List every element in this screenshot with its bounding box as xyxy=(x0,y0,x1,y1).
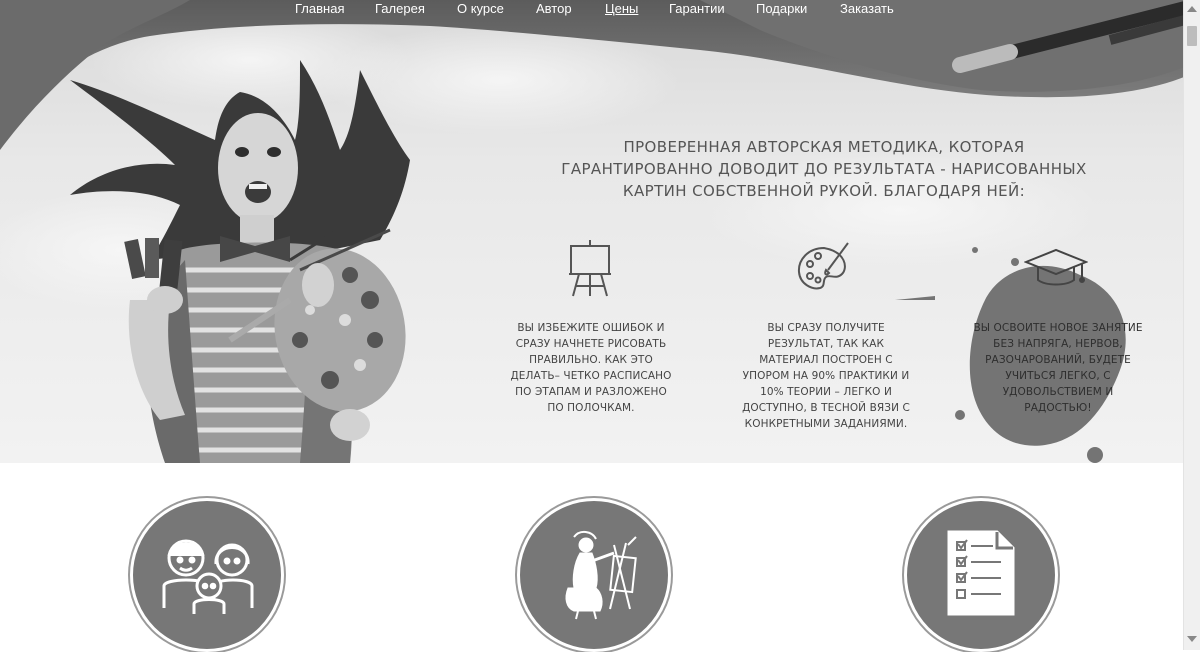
feature-text-3: ВЫ ОСВОИТЕ НОВОЕ ЗАНЯТИЕ БЕЗ НАПРЯГА, НЕ… xyxy=(973,322,1143,414)
scroll-thumb[interactable] xyxy=(1187,26,1197,46)
checklist-icon xyxy=(941,528,1021,623)
feature-text-1: ВЫ ИЗБЕЖИТЕ ОШИБОК И СРАЗУ НАЧНЕТЕ РИСОВ… xyxy=(510,322,672,414)
page-scrollbar[interactable] xyxy=(1183,0,1200,650)
nav-item-gifts[interactable]: Подарки xyxy=(756,1,807,16)
family-icon xyxy=(152,528,262,623)
circle-painter xyxy=(517,498,671,652)
circle-family xyxy=(130,498,284,652)
nav-item-home[interactable]: Главная xyxy=(295,1,344,16)
easel-icon xyxy=(567,238,613,303)
painter-at-easel-icon xyxy=(544,523,644,628)
nav-item-about-course[interactable]: О курсе xyxy=(457,1,504,16)
nav-item-prices[interactable]: Цены xyxy=(605,1,638,16)
main-navigation: Главная Галерея О курсе Автор Цены Гаран… xyxy=(0,0,1184,18)
nav-item-order[interactable]: Заказать xyxy=(840,1,894,16)
scroll-up-arrow-icon[interactable] xyxy=(1187,6,1197,12)
nav-item-author[interactable]: Автор xyxy=(536,1,572,16)
scroll-down-arrow-icon[interactable] xyxy=(1187,636,1197,642)
palette-icon xyxy=(796,240,852,299)
hero-headline: ПРОВЕРЕННАЯ АВТОРСКАЯ МЕТОДИКА, КОТОРАЯ … xyxy=(561,138,1087,200)
circle-checklist xyxy=(904,498,1058,652)
feature-text-2: ВЫ СРАЗУ ПОЛУЧИТЕ РЕЗУЛЬТАТ, ТАК КАК МАТ… xyxy=(742,322,910,430)
nav-item-gallery[interactable]: Галерея xyxy=(375,1,425,16)
hero-section: Главная Галерея О курсе Автор Цены Гаран… xyxy=(0,0,1200,463)
graduation-cap-icon xyxy=(1023,248,1089,293)
nav-item-guarantees[interactable]: Гарантии xyxy=(669,1,725,16)
